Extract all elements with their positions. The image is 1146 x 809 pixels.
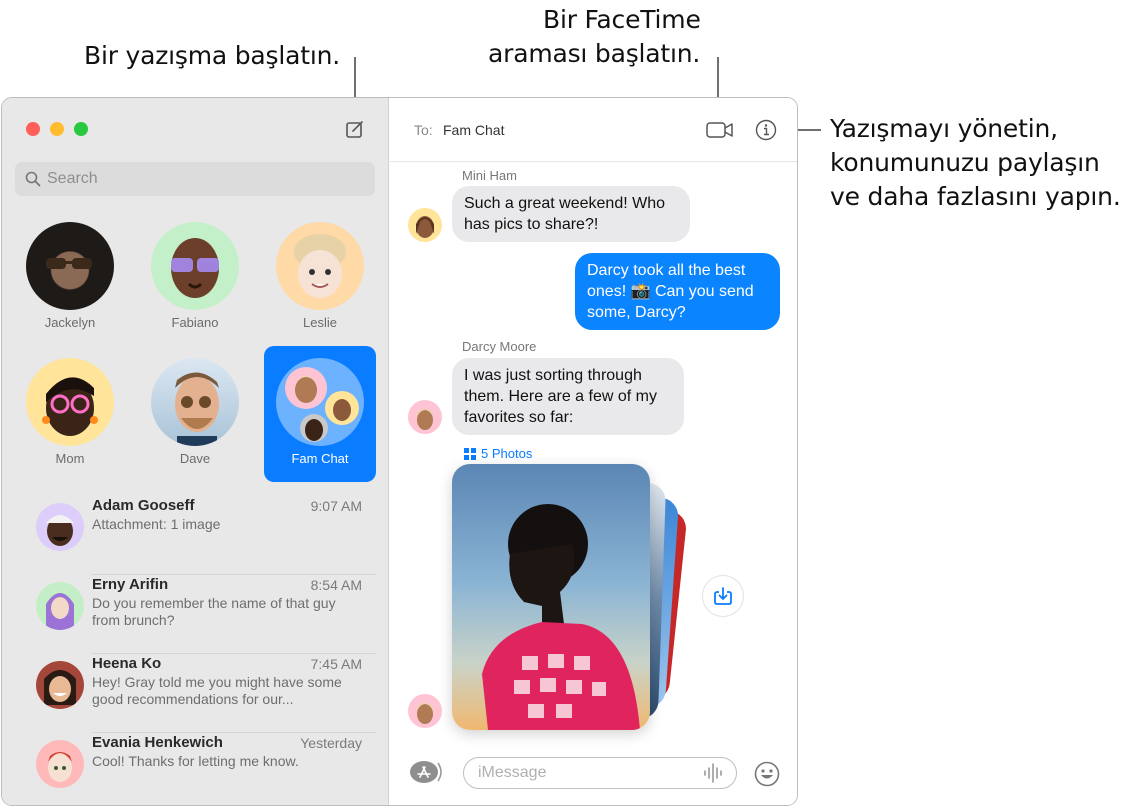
recipient[interactable]: Fam Chat — [443, 122, 504, 138]
photo-stack[interactable] — [452, 464, 688, 730]
app-store-icon — [410, 761, 442, 783]
compose-button[interactable] — [346, 120, 364, 138]
minimize-button[interactable] — [50, 122, 64, 136]
callout-details-line3: ve daha fazlasını yapın. — [830, 182, 1121, 211]
photos-count-label: 5 Photos — [481, 446, 533, 461]
callout-facetime-line2: araması başlatın. — [488, 39, 701, 68]
conversation-preview: Do you remember the name of that guy fro… — [92, 595, 336, 628]
conversation-name: Heena Ko — [92, 655, 162, 672]
pinned-fabiano[interactable]: Fabiano — [139, 210, 251, 346]
composer: iMessage — [390, 743, 797, 805]
conversation-preview: Cool! Thanks for letting me know. — [92, 753, 299, 769]
smiley-icon — [754, 761, 780, 787]
message-bubble: Darcy took all the best ones! 📸 Can you … — [575, 253, 780, 330]
avatar-darcy-moore — [408, 400, 442, 434]
search-placeholder: Search — [47, 170, 98, 187]
avatar — [151, 358, 239, 446]
zoom-button[interactable] — [74, 122, 88, 136]
pinned-fam-chat[interactable]: Fam Chat — [264, 346, 376, 482]
pinned-name: Leslie — [303, 315, 337, 330]
chat-pane: To: Fam Chat Mini Ham Such a great weeke… — [390, 98, 797, 805]
info-icon — [755, 119, 777, 141]
avatar — [36, 661, 84, 709]
avatar — [36, 582, 84, 630]
photo-portrait — [482, 504, 640, 730]
pinned-name: Dave — [179, 451, 211, 466]
callout-details-line2: konumunuzu paylaşın — [830, 148, 1100, 177]
avatar — [36, 503, 84, 551]
conversation-time: 8:54 AM — [310, 577, 362, 593]
sender-name: Mini Ham — [462, 168, 517, 183]
save-photos-button[interactable] — [702, 575, 744, 617]
search-icon — [25, 171, 41, 187]
avatar — [151, 222, 239, 310]
facetime-button[interactable] — [706, 120, 734, 145]
conversation-name: Erny Arifin — [92, 576, 169, 593]
compose-icon — [346, 121, 363, 138]
audio-waveform-icon[interactable] — [702, 762, 724, 784]
pinned-name: Fam Chat — [291, 451, 349, 466]
grid-icon — [464, 447, 476, 460]
conversation-name: Evania Henkewich — [92, 734, 223, 751]
messages-window: Search Jackelyn Fabiano Leslie Mom Dave … — [1, 97, 798, 806]
photos-link[interactable]: 5 Photos — [464, 446, 532, 461]
details-button[interactable] — [755, 119, 777, 146]
search-field[interactable]: Search — [15, 162, 375, 196]
avatar — [26, 222, 114, 310]
pinned-jackelyn[interactable]: Jackelyn — [14, 210, 126, 346]
group-avatar — [276, 358, 364, 446]
message-bubble: Such a great weekend! Who has pics to sh… — [452, 186, 690, 242]
message-bubble: I was just sorting through them. Here ar… — [452, 358, 684, 435]
apps-button[interactable] — [410, 761, 442, 783]
pinned-dave[interactable]: Dave — [139, 346, 251, 482]
callout-compose: Bir yazışma başlatın. — [84, 41, 340, 70]
conversation-item[interactable]: Evania Henkewich Yesterday Cool! Thanks … — [2, 733, 388, 805]
avatar-mini-ham — [408, 208, 442, 242]
pinned-mom[interactable]: Mom — [14, 346, 126, 482]
pinned-name: Fabiano — [171, 315, 219, 330]
conversation-preview: Attachment: 1 image — [92, 516, 221, 532]
photo-main[interactable] — [452, 464, 650, 730]
avatar-darcy-moore — [408, 694, 442, 728]
avatar — [36, 740, 84, 788]
sidebar: Search Jackelyn Fabiano Leslie Mom Dave … — [2, 98, 389, 805]
chat-header: To: Fam Chat — [390, 98, 797, 162]
pinned-name: Jackelyn — [44, 315, 96, 330]
conversation-item[interactable]: Adam Gooseff 9:07 AM Attachment: 1 image — [2, 496, 388, 575]
avatar — [276, 222, 364, 310]
to-label: To: — [414, 122, 433, 138]
sender-name: Darcy Moore — [462, 339, 537, 354]
conversation-time: 9:07 AM — [310, 498, 362, 514]
conversation-time: 7:45 AM — [310, 656, 362, 672]
pinned-name: Mom — [55, 451, 85, 466]
conversation-time: Yesterday — [300, 735, 362, 751]
close-button[interactable] — [26, 122, 40, 136]
conversation-item[interactable]: Heena Ko 7:45 AM Hey! Gray told me you m… — [2, 654, 388, 733]
avatar — [26, 358, 114, 446]
pinned-leslie[interactable]: Leslie — [264, 210, 376, 346]
callout-facetime-line1: Bir FaceTime — [543, 5, 701, 34]
download-icon — [714, 587, 732, 605]
emoji-button[interactable] — [754, 761, 780, 787]
message-input[interactable]: iMessage — [463, 757, 737, 789]
conversation-preview: Hey! Gray told me you might have some go… — [92, 674, 342, 707]
video-camera-icon — [706, 122, 733, 138]
message-placeholder: iMessage — [478, 764, 547, 781]
conversation-name: Adam Gooseff — [92, 497, 195, 514]
callout-details-line1: Yazışmayı yönetin, — [830, 114, 1058, 143]
conversation-item[interactable]: Erny Arifin 8:54 AM Do you remember the … — [2, 575, 388, 654]
